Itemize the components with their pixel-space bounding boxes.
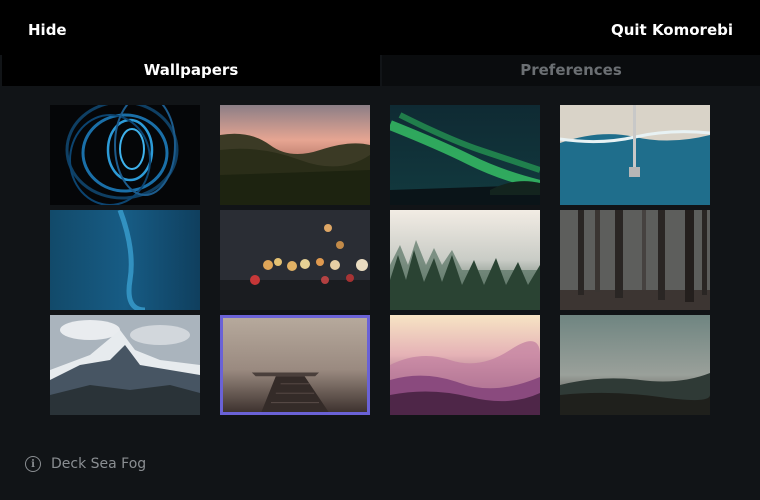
komorebi-window: Hide Quit Komorebi Wallpapers Preference… (0, 0, 760, 500)
quit-button[interactable]: Quit Komorebi (611, 19, 733, 41)
wallpaper-grid (50, 105, 710, 415)
tab-wallpapers[interactable]: Wallpapers (2, 55, 380, 86)
hide-button[interactable]: Hide (28, 19, 67, 41)
wallpaper-thumb-pink-haze-hills[interactable] (390, 315, 540, 415)
wallpaper-thumb-city-bokeh-lights[interactable] (220, 210, 370, 310)
wallpaper-thumb-misty-pine-forest[interactable] (390, 210, 540, 310)
wallpaper-thumb-blue-light-swirl[interactable] (50, 105, 200, 205)
wallpaper-thumb-dark-tall-forest[interactable] (560, 210, 710, 310)
wallpaper-thumb-deck-sea-fog[interactable] (220, 315, 370, 415)
wallpaper-thumb-deep-blue-water[interactable] (50, 210, 200, 310)
selected-wallpaper-info: i Deck Sea Fog (25, 456, 146, 472)
header-bar: Hide Quit Komorebi (0, 0, 760, 55)
tab-bar: Wallpapers Preferences (0, 55, 760, 86)
selected-wallpaper-name: Deck Sea Fog (51, 456, 147, 472)
wallpaper-thumb-snowy-mountain-peak[interactable] (50, 315, 200, 415)
wallpaper-thumb-teal-mountain-dusk[interactable] (560, 315, 710, 415)
info-icon: i (25, 456, 41, 472)
wallpaper-thumb-sunset-forest-hills[interactable] (220, 105, 370, 205)
tab-preferences[interactable]: Preferences (382, 55, 760, 86)
wallpaper-thumb-aerial-pier-beach[interactable] (560, 105, 710, 205)
wallpaper-thumb-aurora-borealis[interactable] (390, 105, 540, 205)
